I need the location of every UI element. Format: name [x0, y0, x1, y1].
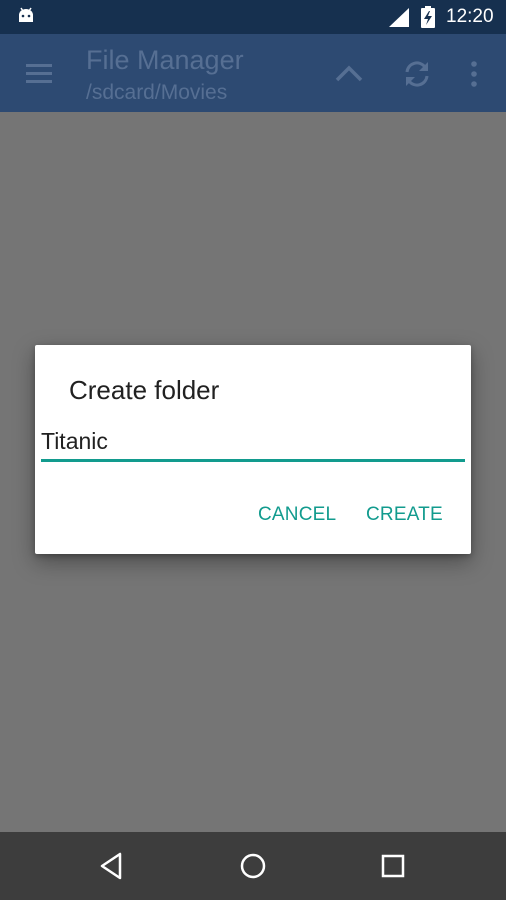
recent-apps-icon[interactable]: [377, 850, 409, 882]
home-icon[interactable]: [237, 850, 269, 882]
menu-icon[interactable]: [24, 60, 54, 88]
refresh-icon[interactable]: [401, 58, 433, 90]
current-path: /sdcard/Movies: [86, 81, 228, 104]
status-time: 12:20: [446, 6, 494, 27]
more-vert-icon[interactable]: [464, 58, 484, 90]
cell-signal-icon: [389, 8, 409, 27]
dialog-title: Create folder: [69, 375, 220, 405]
status-bar: 12:20: [0, 0, 506, 34]
app-bar: File Manager /sdcard/Movies: [0, 34, 506, 112]
create-folder-dialog: Create folder CANCEL CREATE: [35, 345, 471, 554]
navigation-bar: [0, 832, 506, 900]
navigate-up-icon[interactable]: [333, 60, 365, 86]
create-button[interactable]: CREATE: [358, 499, 451, 531]
android-icon: [19, 7, 33, 22]
folder-name-input[interactable]: [41, 423, 465, 459]
app-title: File Manager: [86, 45, 244, 75]
back-icon[interactable]: [96, 850, 128, 882]
cancel-button[interactable]: CANCEL: [250, 499, 344, 531]
input-underline: [41, 459, 465, 462]
battery-charging-icon: [421, 6, 435, 28]
